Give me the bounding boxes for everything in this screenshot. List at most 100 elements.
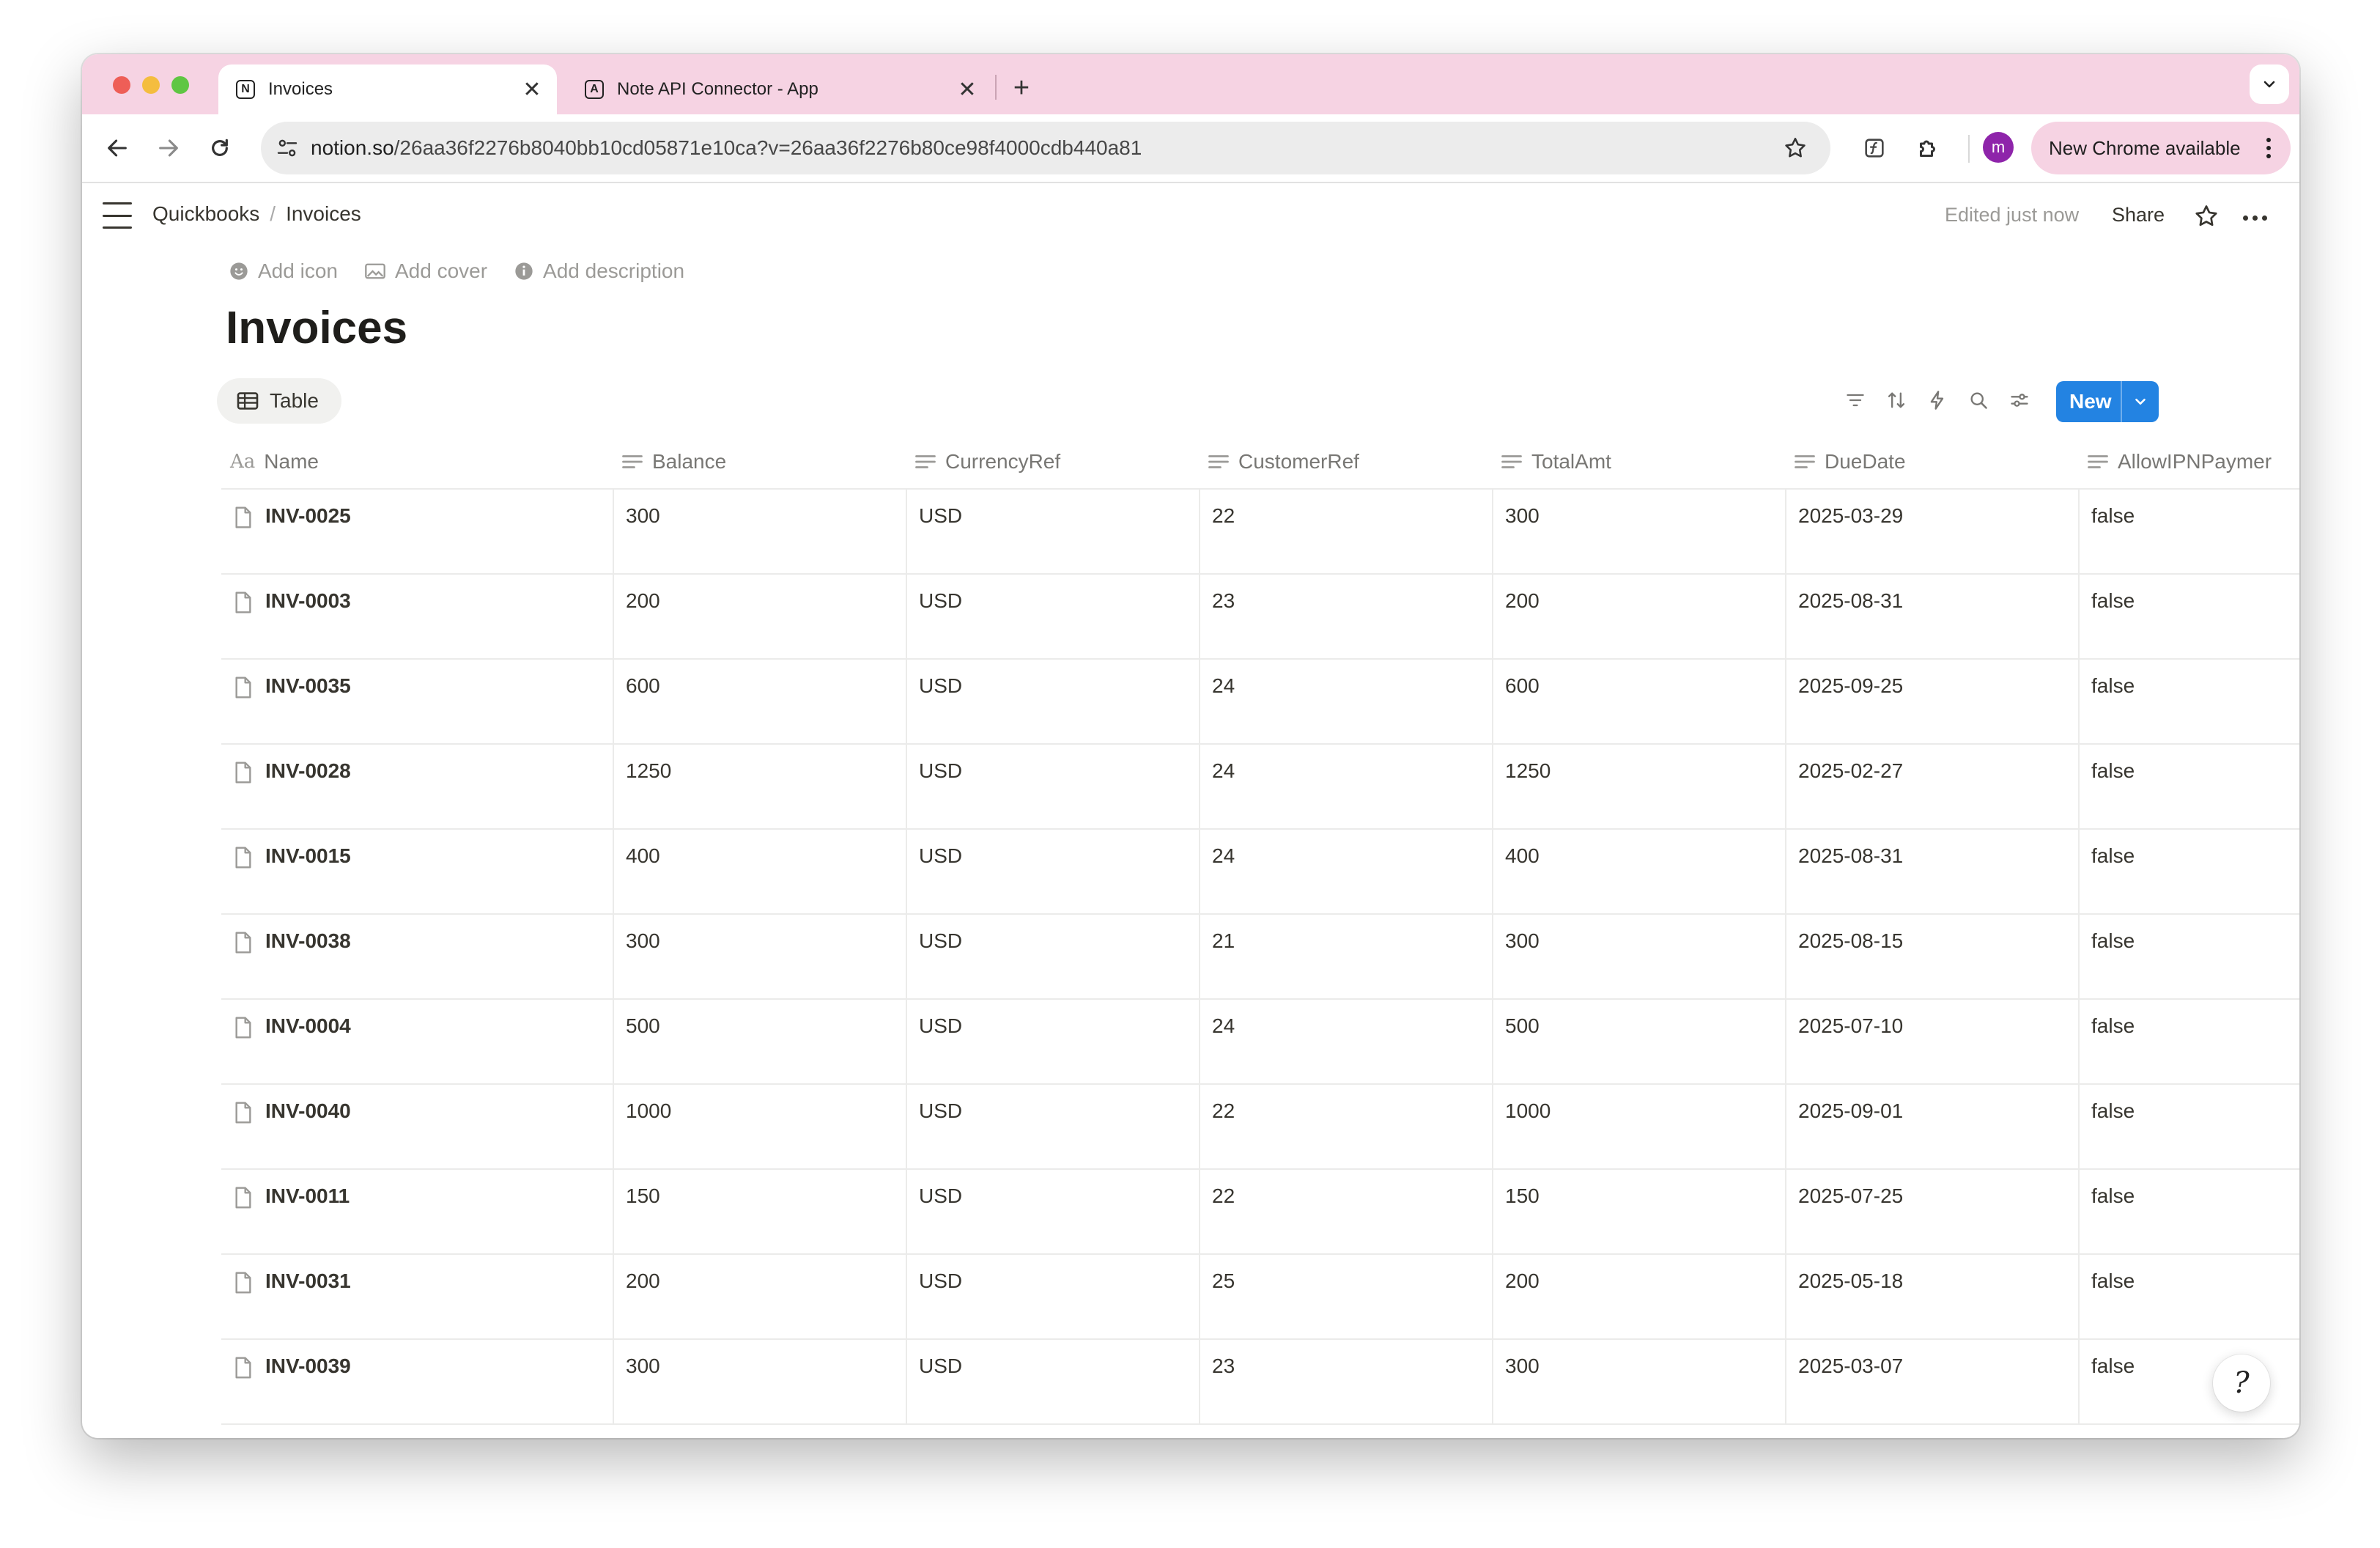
table-row[interactable]: INV-0015 400 USD 24 400 2025-08-31 false xyxy=(221,830,2299,915)
cell-name[interactable]: INV-0035 xyxy=(221,660,613,743)
cell-balance[interactable]: 200 xyxy=(613,575,906,658)
cell-allowipnpayment[interactable]: false xyxy=(2078,1170,2299,1253)
cell-totalamt[interactable]: 150 xyxy=(1492,1170,1785,1253)
cell-totalamt[interactable]: 200 xyxy=(1492,1255,1785,1338)
cell-totalamt[interactable]: 300 xyxy=(1492,490,1785,573)
profile-avatar[interactable]: m xyxy=(1983,132,2014,163)
cell-customerref[interactable]: 22 xyxy=(1199,1085,1492,1168)
cell-duedate[interactable]: 2025-03-07 xyxy=(1785,1340,2078,1423)
cell-currencyref[interactable]: USD xyxy=(906,490,1199,573)
chevron-down-icon[interactable] xyxy=(2122,394,2159,410)
cell-allowipnpayment[interactable]: false xyxy=(2078,490,2299,573)
url-text[interactable]: notion.so/26aa36f2276b8040bb10cd05871e10… xyxy=(311,136,1776,160)
forward-button[interactable] xyxy=(149,129,188,167)
cell-balance[interactable]: 200 xyxy=(613,1255,906,1338)
cell-currencyref[interactable]: USD xyxy=(906,745,1199,828)
view-settings-icon[interactable] xyxy=(2005,386,2034,415)
reload-button[interactable] xyxy=(201,129,239,167)
back-button[interactable] xyxy=(98,129,136,167)
cell-duedate[interactable]: 2025-07-10 xyxy=(1785,1000,2078,1083)
cell-name[interactable]: INV-0040 xyxy=(221,1085,613,1168)
cell-currencyref[interactable]: USD xyxy=(906,1000,1199,1083)
cell-customerref[interactable]: 23 xyxy=(1199,1340,1492,1423)
new-tab-button[interactable]: + xyxy=(1001,67,1042,108)
cell-duedate[interactable]: 2025-09-25 xyxy=(1785,660,2078,743)
cell-allowipnpayment[interactable]: false xyxy=(2078,575,2299,658)
cell-name[interactable]: INV-0004 xyxy=(221,1000,613,1083)
cell-balance[interactable]: 600 xyxy=(613,660,906,743)
new-button[interactable]: New xyxy=(2056,381,2159,422)
extension-fx-icon[interactable] xyxy=(1857,130,1892,166)
cell-totalamt[interactable]: 200 xyxy=(1492,575,1785,658)
automation-bolt-icon[interactable] xyxy=(1923,386,1952,415)
cell-customerref[interactable]: 24 xyxy=(1199,830,1492,913)
bookmark-star-icon[interactable] xyxy=(1776,136,1814,161)
cell-allowipnpayment[interactable]: false xyxy=(2078,660,2299,743)
cell-currencyref[interactable]: USD xyxy=(906,1340,1199,1423)
table-row[interactable]: INV-0039 300 USD 23 300 2025-03-07 false xyxy=(221,1340,2299,1425)
cell-currencyref[interactable]: USD xyxy=(906,1255,1199,1338)
cell-allowipnpayment[interactable]: false xyxy=(2078,745,2299,828)
tab-close-icon[interactable]: ✕ xyxy=(517,77,547,103)
column-header-balance[interactable]: Balance xyxy=(613,435,906,488)
cell-totalamt[interactable]: 500 xyxy=(1492,1000,1785,1083)
more-options-icon[interactable] xyxy=(2236,201,2273,235)
table-row[interactable]: INV-0011 150 USD 22 150 2025-07-25 false xyxy=(221,1170,2299,1255)
cell-customerref[interactable]: 22 xyxy=(1199,490,1492,573)
add-icon-button[interactable]: Add icon xyxy=(229,259,338,283)
column-header-duedate[interactable]: DueDate xyxy=(1785,435,2078,488)
table-row[interactable]: INV-0035 600 USD 24 600 2025-09-25 false xyxy=(221,660,2299,745)
cell-allowipnpayment[interactable]: false xyxy=(2078,1000,2299,1083)
cell-totalamt[interactable]: 400 xyxy=(1492,830,1785,913)
cell-balance[interactable]: 500 xyxy=(613,1000,906,1083)
table-row[interactable]: INV-0031 200 USD 25 200 2025-05-18 false xyxy=(221,1255,2299,1340)
cell-currencyref[interactable]: USD xyxy=(906,915,1199,998)
share-button[interactable]: Share xyxy=(2112,204,2165,226)
cell-name[interactable]: INV-0039 xyxy=(221,1340,613,1423)
address-bar[interactable]: notion.so/26aa36f2276b8040bb10cd05871e10… xyxy=(261,122,1830,174)
cell-allowipnpayment[interactable]: false xyxy=(2078,830,2299,913)
cell-allowipnpayment[interactable]: false xyxy=(2078,1255,2299,1338)
table-row[interactable]: INV-0028 1250 USD 24 1250 2025-02-27 false xyxy=(221,745,2299,830)
tab-note-api-connector[interactable]: A Note API Connector - App ✕ xyxy=(567,64,992,114)
cell-customerref[interactable]: 23 xyxy=(1199,575,1492,658)
cell-currencyref[interactable]: USD xyxy=(906,1170,1199,1253)
cell-totalamt[interactable]: 600 xyxy=(1492,660,1785,743)
cell-duedate[interactable]: 2025-03-29 xyxy=(1785,490,2078,573)
cell-balance[interactable]: 400 xyxy=(613,830,906,913)
column-header-customerref[interactable]: CustomerRef xyxy=(1199,435,1492,488)
column-header-totalamt[interactable]: TotalAmt xyxy=(1492,435,1785,488)
tab-close-icon[interactable]: ✕ xyxy=(953,77,982,103)
filter-icon[interactable] xyxy=(1841,386,1870,415)
add-cover-button[interactable]: Add cover xyxy=(364,259,487,283)
cell-balance[interactable]: 300 xyxy=(613,1340,906,1423)
cell-name[interactable]: INV-0028 xyxy=(221,745,613,828)
page-title[interactable]: Invoices xyxy=(226,302,407,354)
view-tab-table[interactable]: Table xyxy=(217,378,341,424)
cell-name[interactable]: INV-0003 xyxy=(221,575,613,658)
cell-customerref[interactable]: 24 xyxy=(1199,745,1492,828)
site-info-icon[interactable] xyxy=(276,136,299,160)
cell-balance[interactable]: 1250 xyxy=(613,745,906,828)
table-row[interactable]: INV-0038 300 USD 21 300 2025-08-15 false xyxy=(221,915,2299,1000)
cell-name[interactable]: INV-0015 xyxy=(221,830,613,913)
cell-duedate[interactable]: 2025-08-15 xyxy=(1785,915,2078,998)
help-button[interactable]: ? xyxy=(2213,1354,2270,1412)
favorite-star-icon[interactable] xyxy=(2189,199,2223,233)
table-row[interactable]: INV-0025 300 USD 22 300 2025-03-29 false xyxy=(221,490,2299,575)
cell-name[interactable]: INV-0025 xyxy=(221,490,613,573)
chrome-update-button[interactable]: New Chrome available xyxy=(2031,122,2291,174)
column-header-currencyref[interactable]: CurrencyRef xyxy=(906,435,1199,488)
tab-search-button[interactable] xyxy=(2250,64,2289,104)
cell-duedate[interactable]: 2025-09-01 xyxy=(1785,1085,2078,1168)
extensions-puzzle-icon[interactable] xyxy=(1911,130,1946,166)
cell-customerref[interactable]: 24 xyxy=(1199,1000,1492,1083)
cell-customerref[interactable]: 22 xyxy=(1199,1170,1492,1253)
cell-currencyref[interactable]: USD xyxy=(906,830,1199,913)
cell-duedate[interactable]: 2025-08-31 xyxy=(1785,830,2078,913)
sidebar-toggle-icon[interactable] xyxy=(103,202,132,229)
cell-allowipnpayment[interactable]: false xyxy=(2078,915,2299,998)
cell-totalamt[interactable]: 1250 xyxy=(1492,745,1785,828)
column-header-allowipnpayment[interactable]: AllowIPNPaymer xyxy=(2078,435,2299,488)
maximize-window-button[interactable] xyxy=(171,76,189,94)
